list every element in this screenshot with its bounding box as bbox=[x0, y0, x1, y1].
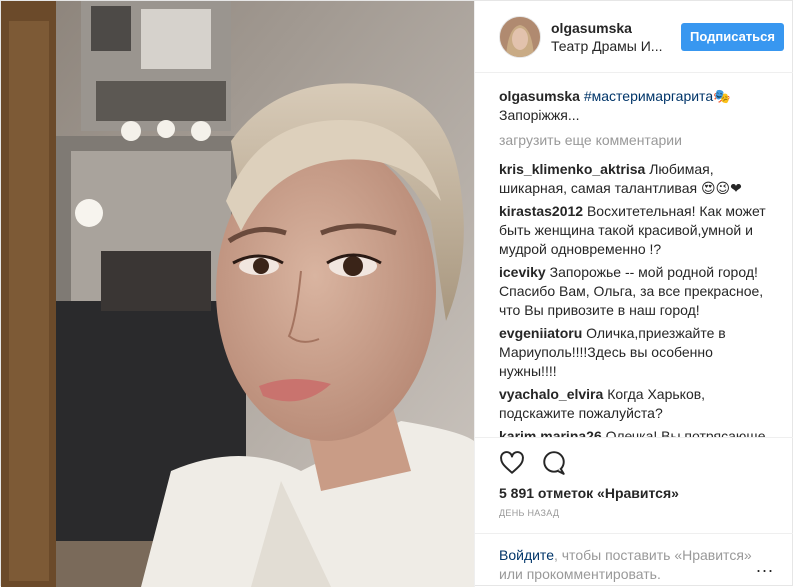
post-sidebar: olgasumska Театр Драмы И... Подписаться … bbox=[474, 1, 793, 587]
user-info: olgasumska Театр Драмы И... bbox=[551, 19, 681, 55]
load-more-comments-link[interactable]: загрузить еще комментарии bbox=[499, 131, 773, 150]
action-bar bbox=[475, 437, 793, 481]
comment-author[interactable]: vyachalo_elvira bbox=[499, 386, 603, 402]
comment-author[interactable]: kirastas2012 bbox=[499, 203, 583, 219]
list-item: karim.marina26 Олечка! Вы потрясающе bbox=[499, 427, 773, 437]
caption-author[interactable]: olgasumska bbox=[499, 88, 580, 104]
post-header: olgasumska Театр Драмы И... Подписаться bbox=[475, 1, 793, 73]
caption-hashtag[interactable]: #мастеримаргарита🎭 bbox=[584, 88, 731, 104]
location-link[interactable]: Театр Драмы И... bbox=[551, 37, 681, 55]
post-photo[interactable] bbox=[1, 1, 474, 587]
login-link[interactable]: Войдите bbox=[499, 547, 554, 563]
likes-count[interactable]: 5 891 отметок «Нравится» bbox=[499, 485, 679, 501]
more-options-icon[interactable]: ... bbox=[756, 556, 774, 577]
avatar-image bbox=[500, 16, 540, 57]
comment-text: Олечка! Вы потрясающе bbox=[605, 428, 766, 437]
comment-author[interactable]: kris_klimenko_aktrisa bbox=[499, 161, 645, 177]
list-item: evgeniiatoru Оличка,приезжайте в Мариупо… bbox=[499, 324, 773, 381]
comment-bubble-icon[interactable] bbox=[541, 450, 569, 478]
comment-author[interactable]: evgeniiatoru bbox=[499, 325, 582, 341]
caption-text: Запоріжжя... bbox=[499, 107, 580, 123]
heart-icon[interactable] bbox=[499, 450, 527, 478]
comment-author[interactable]: iceviky bbox=[499, 264, 546, 280]
header-username[interactable]: olgasumska bbox=[551, 19, 681, 37]
caption: olgasumska #мастеримаргарита🎭 Запоріжжя.… bbox=[499, 87, 773, 125]
list-item: kris_klimenko_aktrisa Любимая, шикарная,… bbox=[499, 160, 773, 198]
comment-author[interactable]: karim.marina26 bbox=[499, 428, 602, 437]
comments-list[interactable]: olgasumska #мастеримаргарита🎭 Запоріжжя.… bbox=[475, 87, 793, 437]
login-prompt: Войдите, чтобы поставить «Нравится» или … bbox=[475, 533, 793, 584]
user-avatar[interactable] bbox=[499, 15, 541, 58]
selfie-photo bbox=[1, 1, 474, 587]
post-timestamp[interactable]: ДЕНЬ НАЗАД bbox=[499, 508, 559, 518]
list-item: iceviky Запорожье -- мой родной город! С… bbox=[499, 263, 773, 320]
follow-button[interactable]: Подписаться bbox=[680, 22, 784, 51]
list-item: kirastas2012 Восхитетельная! Как может б… bbox=[499, 202, 773, 259]
instagram-post: olgasumska Театр Драмы И... Подписаться … bbox=[0, 0, 793, 587]
list-item: vyachalo_elvira Когда Харьков, подскажит… bbox=[499, 385, 773, 423]
